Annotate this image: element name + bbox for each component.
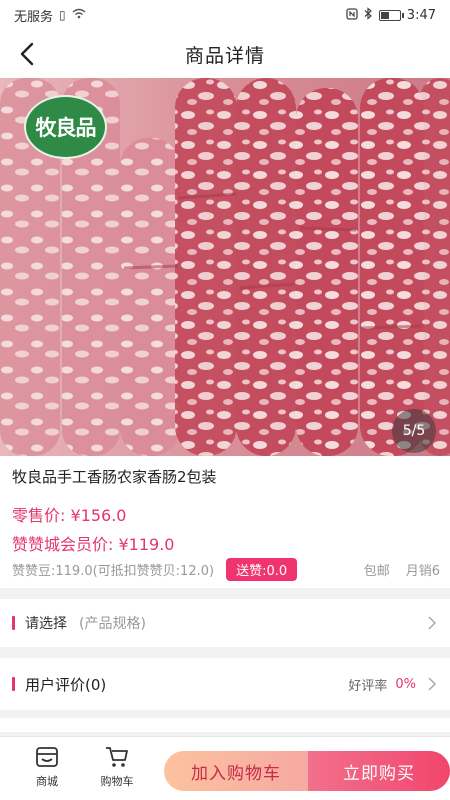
cart-tab-label: 购物车 [100, 775, 134, 788]
battery-icon [378, 9, 404, 21]
spec-select-sub: (产品规格) [79, 616, 146, 632]
gift-tag-badge: 送赞:0.0 [226, 557, 298, 581]
accent-bar [12, 616, 15, 630]
add-to-cart-button[interactable]: 加入购物车 [164, 751, 308, 791]
mall-tab-label: 商城 [36, 775, 58, 788]
chevron-right-icon [428, 616, 437, 630]
member-price-row: 赞赞城会员价: ¥119.0 [12, 531, 174, 555]
product-image-gallery[interactable]: 牧良品 5/5 [0, 78, 450, 456]
monthly-sales: 月销6 [405, 563, 440, 579]
bottom-action-bar: 商城 购物车 加入购物车 立即购买 [0, 736, 450, 800]
retail-price-label: 零售价: [12, 506, 66, 525]
meta-row: 赞赞豆:119.0(可抵扣赞赞贝:12.0) 送赞:0.0 包邮 月销6 [12, 557, 440, 581]
shipping-text: 包邮 [363, 563, 390, 579]
retail-price: ¥156.0 [70, 506, 127, 525]
nav-bar: 商品详情 [0, 30, 450, 78]
image-pager: 5/5 [392, 409, 436, 453]
status-right: 3:47 [346, 7, 436, 23]
retail-price-row: 零售价: ¥156.0 [12, 502, 126, 526]
clock-text: 3:47 [406, 7, 436, 23]
nfc-icon [346, 7, 358, 23]
page-title: 商品详情 [184, 44, 265, 67]
good-rate-label: 好评率 [348, 678, 388, 694]
sim-icon: ▯ [59, 8, 66, 22]
member-price: ¥119.0 [118, 535, 175, 554]
product-name: 牧良品手工香肠农家香肠2包装 [12, 468, 217, 486]
good-rate-value: 0% [395, 676, 416, 692]
member-price-label: 赞赞城会员价: [12, 535, 114, 554]
spec-select-row[interactable]: 请选择 (产品规格) [0, 599, 450, 647]
next-section-strip [0, 718, 450, 732]
wifi-icon [72, 8, 86, 22]
brand-logo: 牧良品 [24, 95, 107, 159]
reviews-label: 用户评价(0) [25, 675, 107, 694]
status-left: 无服务 ▯ [14, 6, 86, 25]
store-icon [36, 747, 58, 767]
cart-icon [106, 747, 128, 767]
status-bar: 无服务 ▯ 3:47 [0, 0, 450, 30]
reviews-row[interactable]: 用户评价(0) 好评率 0% [0, 658, 450, 710]
bluetooth-icon [364, 7, 373, 23]
mall-tab[interactable]: 商城 [22, 745, 72, 795]
product-info: 牧良品手工香肠农家香肠2包装 零售价: ¥156.0 赞赞城会员价: ¥119.… [0, 456, 450, 588]
cart-tab[interactable]: 购物车 [92, 745, 142, 795]
chevron-right-icon [428, 677, 437, 691]
beans-text: 赞赞豆:119.0(可抵扣赞赞贝:12.0) [12, 563, 215, 579]
accent-bar [12, 677, 15, 691]
buy-now-button[interactable]: 立即购买 [308, 751, 450, 791]
carrier-text: 无服务 [14, 9, 54, 25]
back-arrow-icon[interactable] [14, 40, 42, 68]
spec-select-label: 请选择 [25, 616, 67, 632]
